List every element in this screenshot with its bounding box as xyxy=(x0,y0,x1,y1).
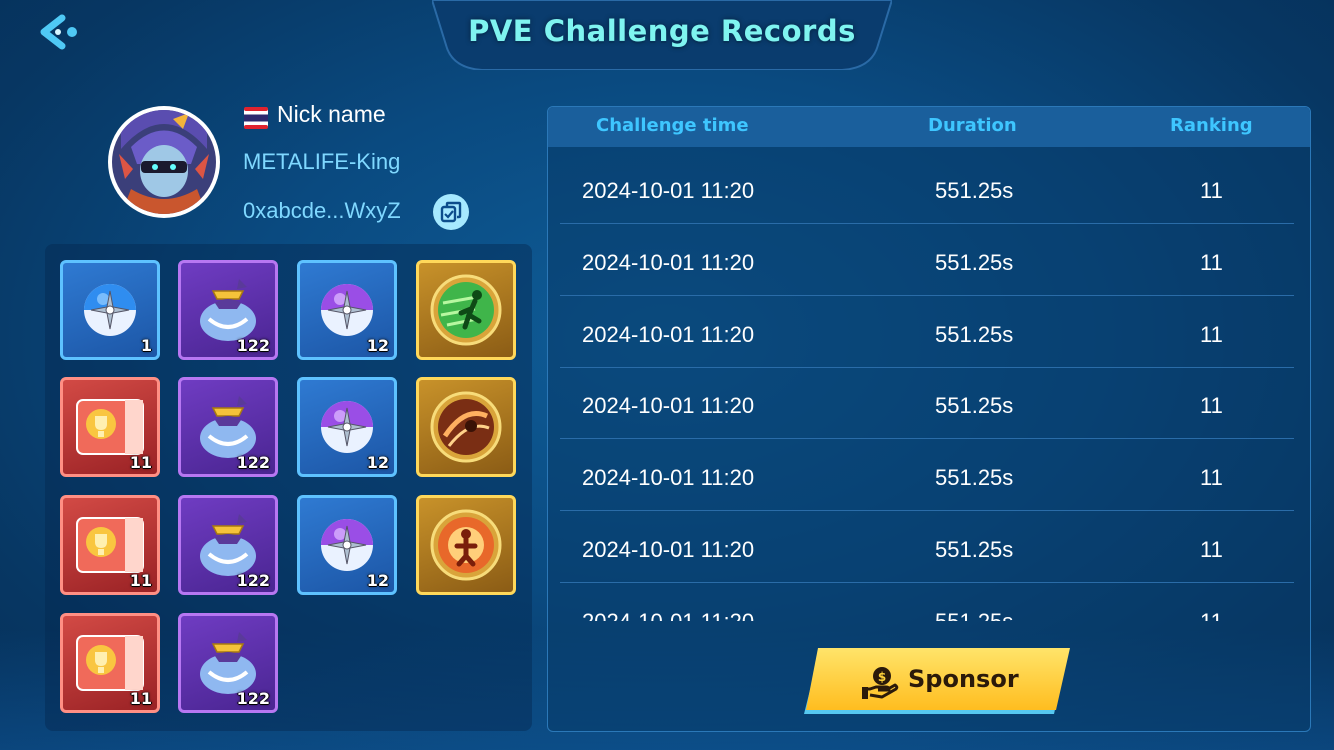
table-row: 2024-10-01 11:20 551.25s 11 xyxy=(560,583,1294,621)
inventory-slot[interactable] xyxy=(416,495,516,595)
inventory-slot[interactable]: 1 xyxy=(60,260,160,360)
item-quantity: 11 xyxy=(129,689,152,708)
copy-address-button[interactable] xyxy=(433,194,469,230)
item-quantity: 11 xyxy=(129,571,152,590)
item-quantity: 122 xyxy=(236,453,270,472)
inventory-slot[interactable]: 122 xyxy=(178,495,278,595)
item-quantity: 122 xyxy=(236,336,270,355)
cell-ranking: 11 xyxy=(1200,609,1223,621)
cell-challenge-time: 2024-10-01 11:20 xyxy=(582,609,754,621)
inventory-slot[interactable]: 12 xyxy=(297,377,397,477)
table-row: 2024-10-01 11:20 551.25s 11 xyxy=(560,296,1294,368)
inventory-slot[interactable]: 122 xyxy=(178,613,278,713)
cell-ranking: 11 xyxy=(1200,178,1223,203)
nickname-label: Nick name xyxy=(277,101,386,127)
svg-text:$: $ xyxy=(878,670,886,684)
inventory-slot[interactable]: 11 xyxy=(60,613,160,713)
blue-capture-ball-icon xyxy=(84,284,136,336)
inventory-slot[interactable]: 122 xyxy=(178,260,278,360)
flame-aura-skill-icon xyxy=(430,509,502,581)
item-quantity: 12 xyxy=(366,571,389,590)
inventory-slot[interactable]: 12 xyxy=(297,260,397,360)
column-header-ranking: Ranking xyxy=(1170,115,1253,136)
cell-challenge-time: 2024-10-01 11:20 xyxy=(582,393,755,418)
cell-ranking: 11 xyxy=(1200,250,1223,275)
cell-duration: 551.25s xyxy=(935,178,1014,203)
table-row: 2024-10-01 11:20 551.25s 11 xyxy=(560,224,1294,296)
back-arrow-icon xyxy=(40,14,77,50)
column-header-duration: Duration xyxy=(928,115,1017,136)
cell-duration: 551.25s xyxy=(935,250,1014,275)
cell-duration: 551.25s xyxy=(935,465,1014,490)
cell-duration: 551.25s xyxy=(935,393,1014,418)
thailand-flag-icon xyxy=(244,106,268,130)
cell-challenge-time: 2024-10-01 11:20 xyxy=(582,537,755,562)
sponsor-button[interactable]: $ Sponsor xyxy=(802,648,1072,716)
cell-challenge-time: 2024-10-01 11:20 xyxy=(582,322,755,347)
inventory-slot[interactable]: 12 xyxy=(297,495,397,595)
hand-coin-icon: $ xyxy=(862,667,899,699)
cell-ranking: 11 xyxy=(1200,465,1223,490)
wallet-address: 0xabcde...WxyZ xyxy=(243,198,401,223)
table-row: 2024-10-01 11:20 551.25s 11 xyxy=(560,152,1294,224)
table-row: 2024-10-01 11:20 551.25s 11 xyxy=(560,511,1294,583)
cell-challenge-time: 2024-10-01 11:20 xyxy=(582,178,755,203)
records-table-header: Challenge time Duration Ranking xyxy=(548,107,1310,147)
table-row: 2024-10-01 11:20 551.25s 11 xyxy=(560,367,1294,439)
item-quantity: 12 xyxy=(366,453,389,472)
item-quantity: 1 xyxy=(140,336,152,355)
inventory-slot[interactable] xyxy=(416,260,516,360)
cell-ranking: 11 xyxy=(1200,322,1223,347)
table-row: 2024-10-01 11:20 551.25s 11 xyxy=(560,439,1294,511)
inventory-slot[interactable]: 122 xyxy=(178,377,278,477)
title-plate: PVE Challenge Records xyxy=(432,0,892,70)
copy-icon xyxy=(440,201,462,223)
item-quantity: 12 xyxy=(366,336,389,355)
cell-challenge-time: 2024-10-01 11:20 xyxy=(582,250,755,275)
item-quantity: 122 xyxy=(236,571,270,590)
username: METALIFE-King xyxy=(243,149,401,174)
cell-ranking: 11 xyxy=(1200,537,1223,562)
cell-duration: 551.25s xyxy=(935,322,1014,347)
records-list[interactable]: 2024-10-01 11:20 551.25s 11 2024-10-01 1… xyxy=(548,147,1310,621)
back-button[interactable] xyxy=(38,14,82,54)
fire-slash-skill-icon xyxy=(430,391,502,463)
item-quantity: 11 xyxy=(129,453,152,472)
inventory-panel: 1 122 12 11 122 12 11 122 12 11 122 xyxy=(45,244,532,731)
sponsor-button-label: Sponsor xyxy=(908,665,1019,693)
sprint-skill-icon xyxy=(430,274,502,346)
records-panel: Challenge time Duration Ranking 2024-10-… xyxy=(547,106,1311,732)
page-title: PVE Challenge Records xyxy=(468,14,856,48)
inventory-slot[interactable]: 11 xyxy=(60,377,160,477)
inventory-slot[interactable] xyxy=(416,377,516,477)
column-header-challenge-time: Challenge time xyxy=(596,115,749,136)
item-quantity: 122 xyxy=(236,689,270,708)
cell-challenge-time: 2024-10-01 11:20 xyxy=(582,465,755,490)
cell-duration: 551.25s xyxy=(935,609,1013,621)
cell-duration: 551.25s xyxy=(935,537,1014,562)
cell-ranking: 11 xyxy=(1200,393,1223,418)
avatar xyxy=(108,106,220,218)
inventory-slot[interactable]: 11 xyxy=(60,495,160,595)
